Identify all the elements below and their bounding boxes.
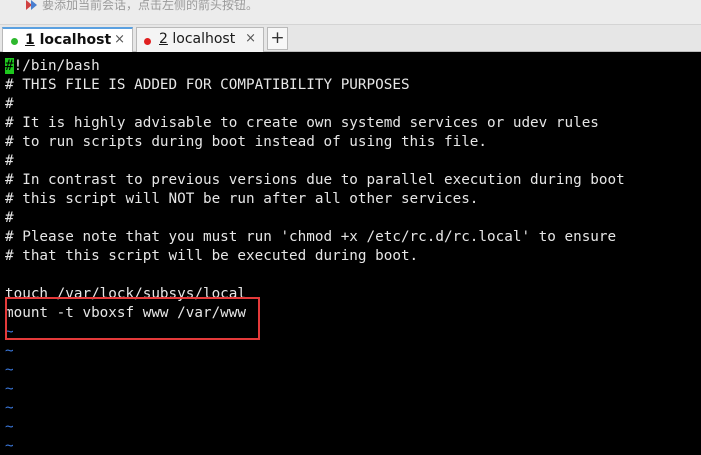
connected-status-icon [11, 38, 18, 45]
close-tab-icon[interactable]: × [114, 32, 125, 47]
tab-localhost-1[interactable]: 1 localhost × [2, 27, 133, 52]
terminal-line: # this script will NOT be run after all … [5, 191, 479, 207]
empty-line-tilde: ~ [5, 343, 14, 359]
empty-line-tilde: ~ [5, 400, 14, 416]
close-tab-icon[interactable]: × [245, 31, 256, 46]
session-hint-bar: 要添加当前会话，点击左侧的箭头按钮。 [0, 0, 701, 25]
empty-line-tilde: ~ [5, 381, 14, 397]
empty-line-tilde: ~ [5, 419, 14, 435]
tab-label: 1 localhost [25, 32, 112, 48]
terminal-line: # In contrast to previous versions due t… [5, 172, 625, 188]
tab-label: 2 localhost [159, 31, 236, 47]
terminal-line: # that this script will be executed duri… [5, 248, 419, 264]
terminal-line: # to run scripts during boot instead of … [5, 134, 488, 150]
arrow-icon[interactable] [24, 0, 38, 10]
terminal-line: # [5, 153, 14, 169]
new-tab-button[interactable]: + [267, 27, 288, 50]
tab-bar: 1 localhost × 2 localhost × + [0, 25, 701, 52]
disconnected-status-icon [144, 38, 151, 45]
terminal-line: #!/bin/bash [5, 58, 100, 74]
text-cursor: # [5, 58, 14, 74]
terminal-line: # [5, 210, 14, 226]
empty-line-tilde: ~ [5, 362, 14, 378]
terminal-window: 要添加当前会话，点击左侧的箭头按钮。 1 localhost × 2 local… [0, 0, 701, 455]
tab-localhost-2[interactable]: 2 localhost × [136, 27, 264, 52]
empty-line-tilde: ~ [5, 438, 14, 454]
hint-text: 要添加当前会话，点击左侧的箭头按钮。 [42, 0, 259, 12]
terminal-line: # Please note that you must run 'chmod +… [5, 229, 617, 245]
terminal-line: # THIS FILE IS ADDED FOR COMPATIBILITY P… [5, 77, 410, 93]
terminal-content[interactable]: #!/bin/bash # THIS FILE IS ADDED FOR COM… [0, 57, 701, 455]
terminal-line: # [5, 96, 14, 112]
annotation-highlight-box [5, 297, 260, 340]
terminal-line: # It is highly advisable to create own s… [5, 115, 599, 131]
